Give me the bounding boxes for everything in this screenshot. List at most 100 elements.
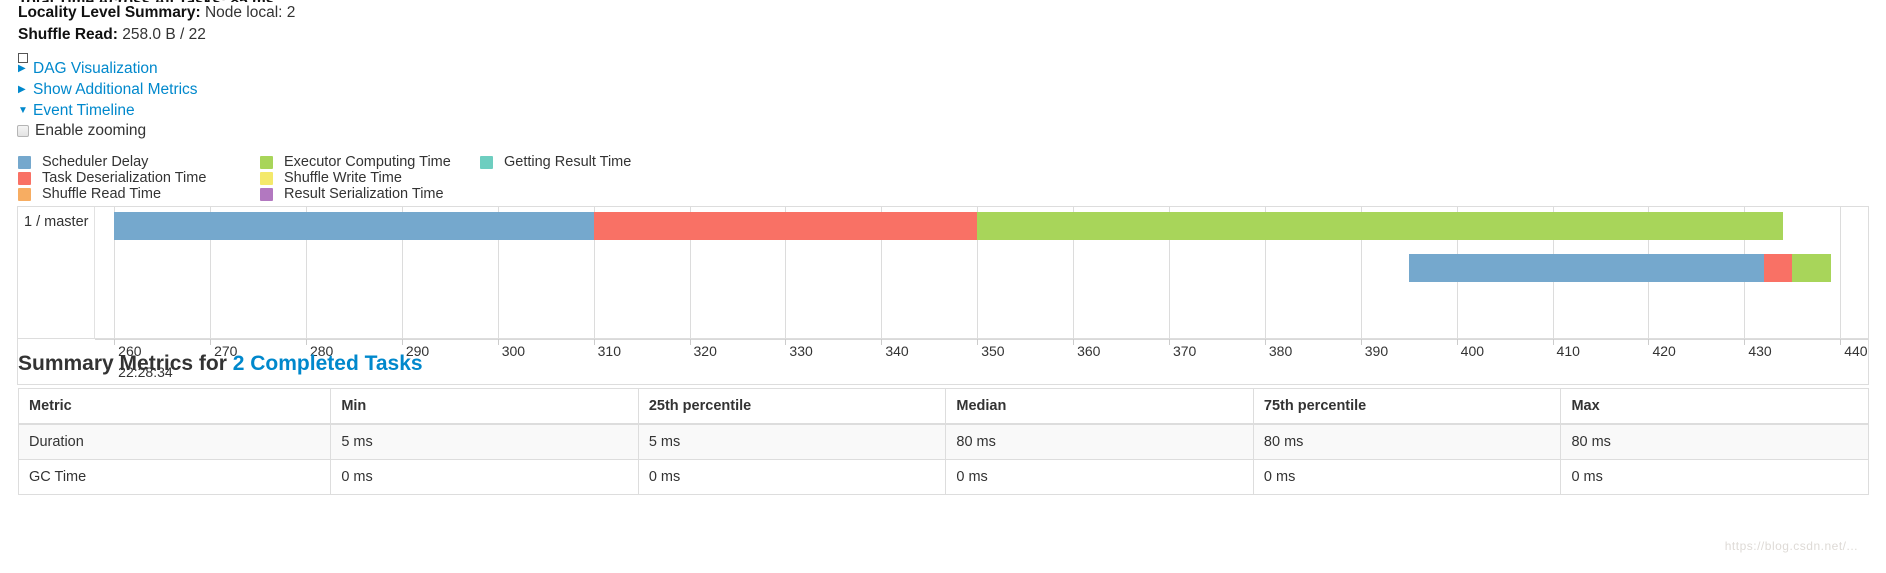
timeline-plot-area[interactable] (95, 207, 1868, 338)
axis-tick-mark (593, 339, 595, 345)
axis-tick-mark (210, 339, 212, 345)
event-timeline-chart[interactable]: 1 / master (17, 206, 1869, 339)
legend-item: Result Serialization Time (260, 186, 480, 202)
legend-color-swatch-icon (18, 171, 31, 185)
axis-tick-label: 370 (1172, 343, 1197, 359)
table-row: Duration 5 ms 5 ms 80 ms 80 ms 80 ms (17, 423, 1869, 460)
timeline-segment[interactable] (1763, 254, 1793, 282)
legend-color-swatch-icon (18, 187, 31, 201)
axis-tick-mark (1264, 339, 1266, 345)
summary-metrics-body: Duration 5 ms 5 ms 80 ms 80 ms 80 ms GC Time 0 … (17, 423, 1869, 495)
legend-item: Getting Result Time (480, 154, 631, 170)
column-header-metric: Metric (17, 388, 332, 425)
axis-tick-mark (1648, 339, 1650, 345)
enable-zooming-checkbox[interactable] (17, 125, 29, 137)
table-cell-p75: 80 ms (1252, 423, 1562, 460)
timeline-task-row[interactable] (95, 212, 1868, 240)
table-cell-p75: 0 ms (1252, 459, 1562, 495)
axis-tick-label: 390 (1364, 343, 1389, 359)
table-cell-min: 0 ms (330, 459, 639, 495)
legend-item: Executor Computing Time (260, 154, 480, 170)
legend-item: Shuffle Write Time (260, 170, 480, 186)
timeline-segment[interactable] (977, 212, 1783, 240)
spark-stage-detail-page: Total Time Across All Tasks: 85 ms Local… (0, 0, 1886, 573)
axis-tick-mark (114, 339, 116, 345)
enable-zooming-row[interactable]: Enable zooming (17, 122, 146, 140)
table-cell-max: 80 ms (1560, 423, 1869, 460)
column-header-p75: 75th percentile (1252, 388, 1562, 425)
axis-tick-mark (305, 339, 307, 345)
axis-tick-mark (1073, 339, 1075, 345)
expander-event-timeline[interactable]: Event Timeline (18, 100, 198, 121)
axis-tick-mark (1552, 339, 1554, 345)
timeline-legend: Scheduler Delay Executor Computing Time Ge… (18, 154, 631, 202)
timeline-executor-label-column: 1 / master (18, 207, 95, 338)
axis-tick-mark (497, 339, 499, 345)
dag-visualization-link[interactable]: DAG Visualization (33, 58, 158, 79)
summary-metrics-table: Metric Min 25th percentile Median 75th p… (17, 388, 1869, 495)
summary-metrics-prefix: Summary Metrics for (18, 352, 233, 375)
axis-tick-label: 350 (981, 343, 1005, 359)
axis-tick-label: 410 (1556, 343, 1580, 359)
shuffle-read-value: 258.0 B / 22 (122, 26, 206, 43)
legend-item-empty (480, 170, 631, 186)
legend-label: Shuffle Write Time (284, 170, 402, 186)
axis-tick-mark (1168, 339, 1170, 345)
column-header-max: Max (1560, 388, 1869, 425)
axis-tick-mark (1360, 339, 1362, 345)
watermark-text: https://blog.csdn.net/... (1724, 539, 1858, 553)
locality-level-label: Locality Level Summary: (18, 4, 201, 21)
show-additional-metrics-link[interactable]: Show Additional Metrics (33, 79, 198, 100)
event-timeline-link[interactable]: Event Timeline (33, 100, 135, 121)
axis-tick-label: 320 (693, 343, 717, 359)
axis-tick-mark (401, 339, 403, 345)
enable-zooming-label: Enable zooming (35, 122, 147, 139)
legend-color-swatch-icon (18, 155, 31, 169)
executor-label: 1 / master (24, 214, 89, 230)
locality-level-line: Locality Level Summary: Node local: 2 (18, 2, 1518, 24)
table-header-row: Metric Min 25th percentile Median 75th p… (17, 388, 1869, 425)
table-cell-median: 0 ms (945, 459, 1254, 495)
legend-item: Shuffle Read Time (18, 186, 260, 202)
timeline-segment[interactable] (593, 212, 978, 240)
table-cell-min: 5 ms (330, 423, 639, 460)
legend-label: Getting Result Time (504, 154, 632, 170)
axis-tick-label: 400 (1460, 343, 1485, 359)
legend-item: Task Deserialization Time (18, 170, 260, 186)
legend-label: Scheduler Delay (42, 154, 149, 170)
timeline-segment[interactable] (1792, 254, 1831, 282)
axis-tick-label: 340 (885, 343, 909, 359)
completed-tasks-link[interactable]: 2 Completed Tasks (233, 352, 423, 375)
axis-tick-mark (977, 339, 979, 345)
legend-label: Result Serialization Time (284, 186, 444, 202)
axis-tick-mark (785, 339, 787, 345)
summary-metrics-heading: Summary Metrics for 2 Completed Tasks (18, 352, 423, 376)
axis-tick-label: 380 (1268, 343, 1293, 359)
chevron-right-icon (18, 58, 30, 79)
column-header-median: Median (945, 388, 1254, 425)
timeline-task-row[interactable] (95, 254, 1868, 282)
axis-baseline (95, 339, 1868, 340)
timeline-segment[interactable] (114, 212, 594, 240)
table-cell-metric: GC Time (17, 459, 332, 495)
table-cell-p25: 5 ms (637, 423, 947, 460)
expander-list: DAG Visualization Show Additional Metric… (18, 58, 198, 121)
column-header-p25: 25th percentile (637, 388, 947, 425)
timeline-segment[interactable] (1408, 254, 1764, 282)
axis-tick-label: 430 (1748, 343, 1772, 359)
axis-tick-label: 360 (1077, 343, 1101, 359)
expander-dag-visualization[interactable]: DAG Visualization (18, 58, 198, 79)
stage-summary-block: Total Time Across All Tasks: 85 ms Local… (18, 0, 1518, 46)
legend-label: Shuffle Read Time (42, 186, 162, 202)
legend-label: Executor Computing Time (284, 154, 451, 170)
axis-tick-label: 440 (1844, 343, 1868, 359)
axis-tick-mark (881, 339, 883, 345)
expander-show-additional-metrics[interactable]: Show Additional Metrics (18, 79, 198, 100)
legend-color-swatch-icon (260, 155, 273, 169)
axis-tick-mark (1456, 339, 1458, 345)
chevron-down-icon (18, 100, 30, 121)
shuffle-read-label: Shuffle Read: (18, 26, 118, 43)
axis-tick-mark (1744, 339, 1746, 345)
legend-label: Task Deserialization Time (42, 170, 207, 186)
legend-color-swatch-icon (260, 171, 273, 185)
